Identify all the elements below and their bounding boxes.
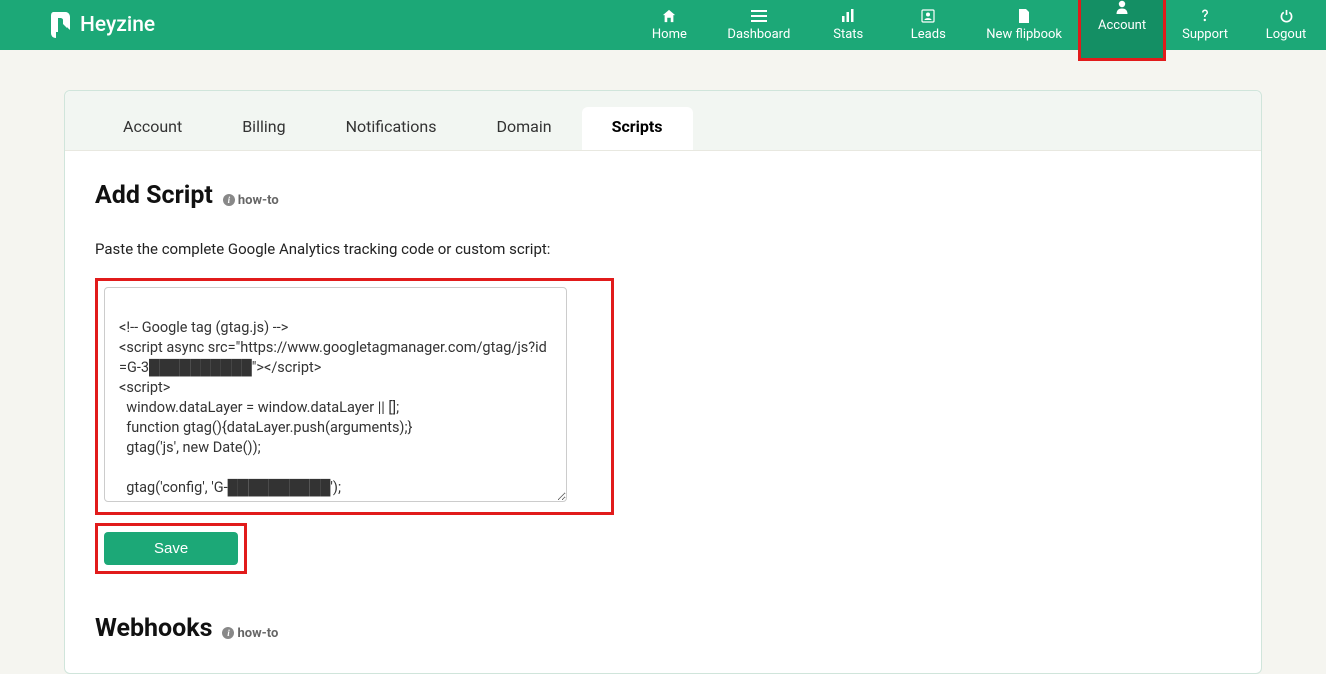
textarea-highlight — [95, 278, 614, 515]
list-icon — [751, 8, 767, 24]
nav-label: Stats — [833, 27, 863, 42]
save-button[interactable]: Save — [104, 532, 238, 565]
instruction-text: Paste the complete Google Analytics trac… — [95, 240, 1231, 258]
address-card-icon — [921, 8, 935, 24]
nav-label: Support — [1182, 27, 1228, 42]
question-icon — [1200, 8, 1210, 24]
nav-label: Home — [652, 27, 687, 42]
tab-scripts[interactable]: Scripts — [582, 107, 693, 150]
tabs: Account Billing Notifications Domain Scr… — [65, 91, 1261, 151]
nav-logout[interactable]: Logout — [1246, 0, 1326, 50]
script-textarea[interactable] — [104, 287, 567, 502]
nav-new-flipbook[interactable]: New flipbook — [968, 0, 1080, 50]
section-title: Add Script — [95, 181, 213, 210]
user-icon — [1116, 0, 1128, 15]
page-content: Account Billing Notifications Domain Scr… — [0, 50, 1326, 674]
section-webhooks-header: Webhooks i how-to — [95, 614, 1231, 643]
logo[interactable]: Heyzine — [0, 0, 169, 50]
info-icon: i — [222, 627, 234, 639]
tab-billing[interactable]: Billing — [212, 107, 315, 150]
nav-leads[interactable]: Leads — [888, 0, 968, 50]
save-highlight: Save — [95, 523, 247, 574]
bar-chart-icon — [841, 8, 855, 24]
howto-link[interactable]: i how-to — [222, 626, 278, 641]
section-add-script-header: Add Script i how-to — [95, 181, 1231, 210]
info-icon: i — [223, 194, 235, 206]
power-icon — [1280, 8, 1293, 24]
home-icon — [662, 8, 676, 24]
tab-account[interactable]: Account — [93, 107, 212, 150]
nav-account[interactable]: Account — [1080, 0, 1164, 59]
section-title: Webhooks — [95, 614, 212, 643]
logo-icon — [48, 10, 72, 40]
nav-dashboard[interactable]: Dashboard — [709, 0, 808, 50]
nav-label: Account — [1098, 18, 1146, 33]
tab-content: Add Script i how-to Paste the complete G… — [65, 151, 1261, 673]
nav-label: Dashboard — [727, 27, 790, 42]
logo-text: Heyzine — [80, 13, 155, 37]
tab-domain[interactable]: Domain — [467, 107, 582, 150]
file-icon — [1018, 8, 1030, 24]
nav-support[interactable]: Support — [1164, 0, 1246, 50]
nav-label: Logout — [1266, 27, 1307, 42]
tab-notifications[interactable]: Notifications — [316, 107, 467, 150]
nav-home[interactable]: Home — [629, 0, 709, 50]
nav-stats[interactable]: Stats — [808, 0, 888, 50]
howto-link[interactable]: i how-to — [223, 193, 279, 208]
nav-label: New flipbook — [986, 27, 1062, 42]
nav-label: Leads — [911, 27, 946, 42]
top-nav: Heyzine Home Dashboard Stats Leads New f… — [0, 0, 1326, 50]
settings-card: Account Billing Notifications Domain Scr… — [64, 90, 1262, 674]
